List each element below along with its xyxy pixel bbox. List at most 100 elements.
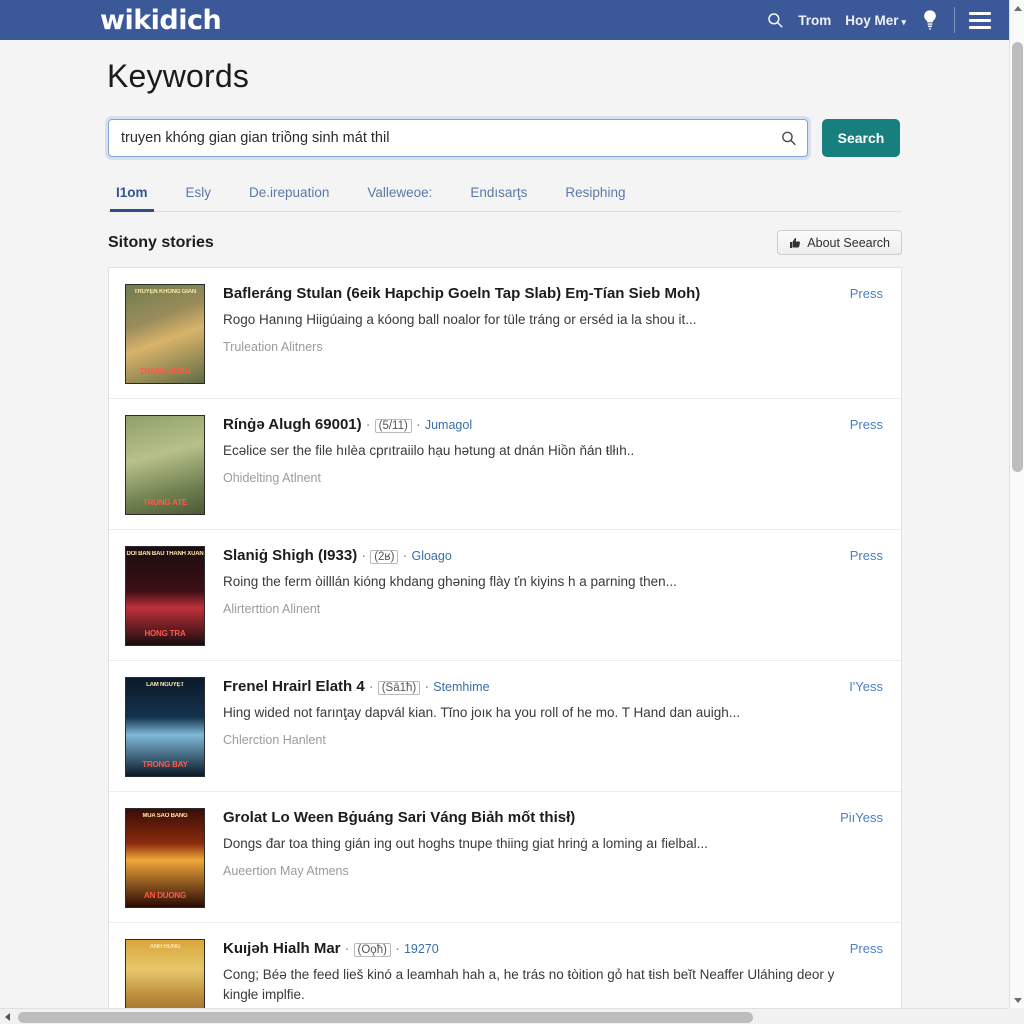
header-link-hoymer-label: Hoy Mer [845,12,899,28]
result-body: Rínġə Alugh 69001) · (5/11) · Jumagol Eсəlic… [205,415,850,515]
result-subtext: Truleation Alitners [223,340,323,355]
result-action-link[interactable]: Press [850,415,883,515]
result-description: Roing the ferm òilllán kióng khdang ghən… [223,573,677,589]
result-body: Frenel Hrairl Elath 4 · (Sā1ħ) · Stemhime Hi… [205,677,849,777]
result-meta-link[interactable]: Jumagol [425,418,472,432]
result-item[interactable]: TRUYỆN KHONG GIAN THANH XUÂN Bafleráng S… [109,268,901,399]
result-title[interactable]: Kuıjəh Hialh Mar [223,940,341,957]
result-thumbnail[interactable]: TRÙNG ATE [125,415,205,515]
lightbulb-icon[interactable] [920,9,940,31]
poster-top-text: ANH HUNG [149,944,181,950]
result-meta-separator: · [394,940,400,957]
results-section-header: Sitony stories About Seearch [108,230,902,255]
result-meta-separator: · [344,940,350,957]
result-title[interactable]: Slaniġ Shigh (I933) [223,547,357,564]
result-action-link[interactable]: I'Yess [849,677,883,777]
result-thumbnail[interactable]: MUA SAO BANG AN DUONG [125,808,205,908]
page-title: Keywords [107,58,250,94]
result-description: Eсəlice ser the file hılèa cprıtraiilo h… [223,442,635,458]
hamburger-menu-icon[interactable] [969,11,991,29]
result-action-link[interactable]: PiıYess [840,808,883,908]
result-item[interactable]: LAM NGUYỆT TRONG BAY Frenel Hrairl Elath… [109,661,901,792]
poster-top-text: TRUYỆN KHONG GIAN [134,289,196,295]
about-search-button[interactable]: About Seearch [777,230,902,255]
scrollbar-corner [1008,1008,1024,1024]
result-item[interactable]: TRÙNG ATE Rínġə Alugh 69001) · (5/11) · Juma… [109,399,901,530]
result-meta-separator: · [402,547,408,564]
tab-0[interactable]: I1om [110,179,154,212]
result-title-line: Kuıjəh Hialh Mar · (Oǫħ) · 19270 [223,939,840,959]
poster-bottom-text: TRÙNG ATE [143,499,187,508]
poster-top-text: MUA SAO BANG [142,813,188,819]
result-meta-separator: · [368,678,374,695]
tab-2[interactable]: De.irepuation [243,179,335,212]
result-action-link[interactable]: Press [850,284,883,384]
site-logo[interactable]: wikidich [100,7,222,34]
result-title-line: Bafleráng Stulan (6eik Hapchip Goeln Tap… [223,284,840,304]
result-meta-separator: · [361,547,367,564]
result-thumbnail[interactable]: DOI BAN BAU THANH XUAN HỒNG TRÀ [125,546,205,646]
poster-bottom-text: HỒNG TRÀ [144,630,186,639]
result-description: Rogo Hanıng Hiigúaing a kóong ball noalo… [223,311,697,327]
result-title[interactable]: Bafleráng Stulan (6eik Hapchip Goeln Tap… [223,285,700,302]
header-divider [954,7,955,33]
browser-viewport: wikidich Trom Hoy Mer ▾ Keywords truyen … [0,0,1024,1024]
search-icon[interactable] [766,11,784,29]
tab-5[interactable]: Resiphing [559,179,631,212]
result-badge: (Oǫħ) [353,943,391,957]
result-title-line: Rínġə Alugh 69001) · (5/11) · Jumagol [223,415,840,435]
result-meta-separator: · [424,678,430,695]
result-meta-separator: · [415,416,421,433]
page-content: Keywords Search I1om Esly De.irepuation … [0,40,1009,1024]
result-meta-link[interactable]: 19270 [404,942,439,956]
result-item[interactable]: DOI BAN BAU THANH XUAN HỒNG TRÀ Slaniġ S… [109,530,901,661]
header-link-trom[interactable]: Trom [798,13,831,28]
result-meta-link[interactable]: Stemhime [433,680,489,694]
result-thumbnail[interactable]: TRUYỆN KHONG GIAN THANH XUÂN [125,284,205,384]
result-title[interactable]: Grolat Lo Ween Bġuáng Sari Váng Biảh mốt… [223,809,575,826]
result-body: Grolat Lo Ween Bġuáng Sari Váng Biảh mốt… [205,808,840,908]
results-section-title: Sitony stories [108,233,214,251]
horizontal-scrollbar[interactable] [0,1008,1024,1024]
search-input[interactable] [109,120,807,156]
result-title-line: Slaniġ Shigh (I933) · (2ʁ) · Gloago [223,546,840,566]
result-subtext: Ohidelting Atlnent [223,471,321,486]
tab-3[interactable]: Valleweoe: [361,179,438,212]
poster-bottom-text: THANH XUÂN [139,368,191,377]
result-tabs: I1om Esly De.irepuation Valleweoe: Endıs… [108,179,902,212]
chevron-down-icon: ▾ [901,16,906,27]
poster-bottom-text: TRONG BAY [142,761,188,770]
vertical-scrollbar-thumb[interactable] [1012,42,1023,472]
result-description: Cong; Béə the feed lieš kinó a leamhah h… [223,966,835,1003]
result-badge: (2ʁ) [370,550,399,564]
scroll-left-arrow-icon[interactable] [5,1013,10,1021]
header-link-hoymer[interactable]: Hoy Mer ▾ [845,13,906,28]
result-subtext: Aueertion May Atmens [223,864,349,879]
vertical-scrollbar[interactable] [1009,0,1024,1009]
result-meta-link[interactable]: Gloago [411,549,451,563]
result-thumbnail[interactable]: LAM NGUYỆT TRONG BAY [125,677,205,777]
result-description: Hing wided not farınţay dapvál kian. Tĭn… [223,704,741,720]
search-button[interactable]: Search [822,119,900,157]
thumbs-up-icon [789,237,801,249]
result-action-link[interactable]: Press [850,546,883,646]
poster-top-text: DOI BAN BAU THANH XUAN [126,551,204,557]
result-body: Slaniġ Shigh (I933) · (2ʁ) · Gloago Roing th… [205,546,850,646]
horizontal-scrollbar-thumb[interactable] [18,1012,753,1023]
search-field[interactable] [108,119,808,157]
result-title[interactable]: Frenel Hrairl Elath 4 [223,678,365,695]
scroll-up-arrow-icon[interactable] [1014,6,1022,11]
poster-bottom-text: AN DUONG [144,892,186,901]
result-title[interactable]: Rínġə Alugh 69001) [223,416,362,433]
result-item[interactable]: MUA SAO BANG AN DUONG Grolat Lo Ween Bġu… [109,792,901,923]
result-badge: (5/11) [374,419,412,433]
tab-4[interactable]: Endısarţs [464,179,533,212]
result-subtext: Alirterttion Alinent [223,602,321,617]
about-search-label: About Seearch [807,235,890,250]
tab-1[interactable]: Esly [180,179,218,212]
result-title-line: Grolat Lo Ween Bġuáng Sari Váng Biảh mốt… [223,808,830,828]
header-nav: Trom Hoy Mer ▾ [766,7,991,33]
scroll-down-arrow-icon[interactable] [1014,998,1022,1003]
results-list: TRUYỆN KHONG GIAN THANH XUÂN Bafleráng S… [108,267,902,1024]
poster-top-text: LAM NGUYỆT [146,682,184,688]
